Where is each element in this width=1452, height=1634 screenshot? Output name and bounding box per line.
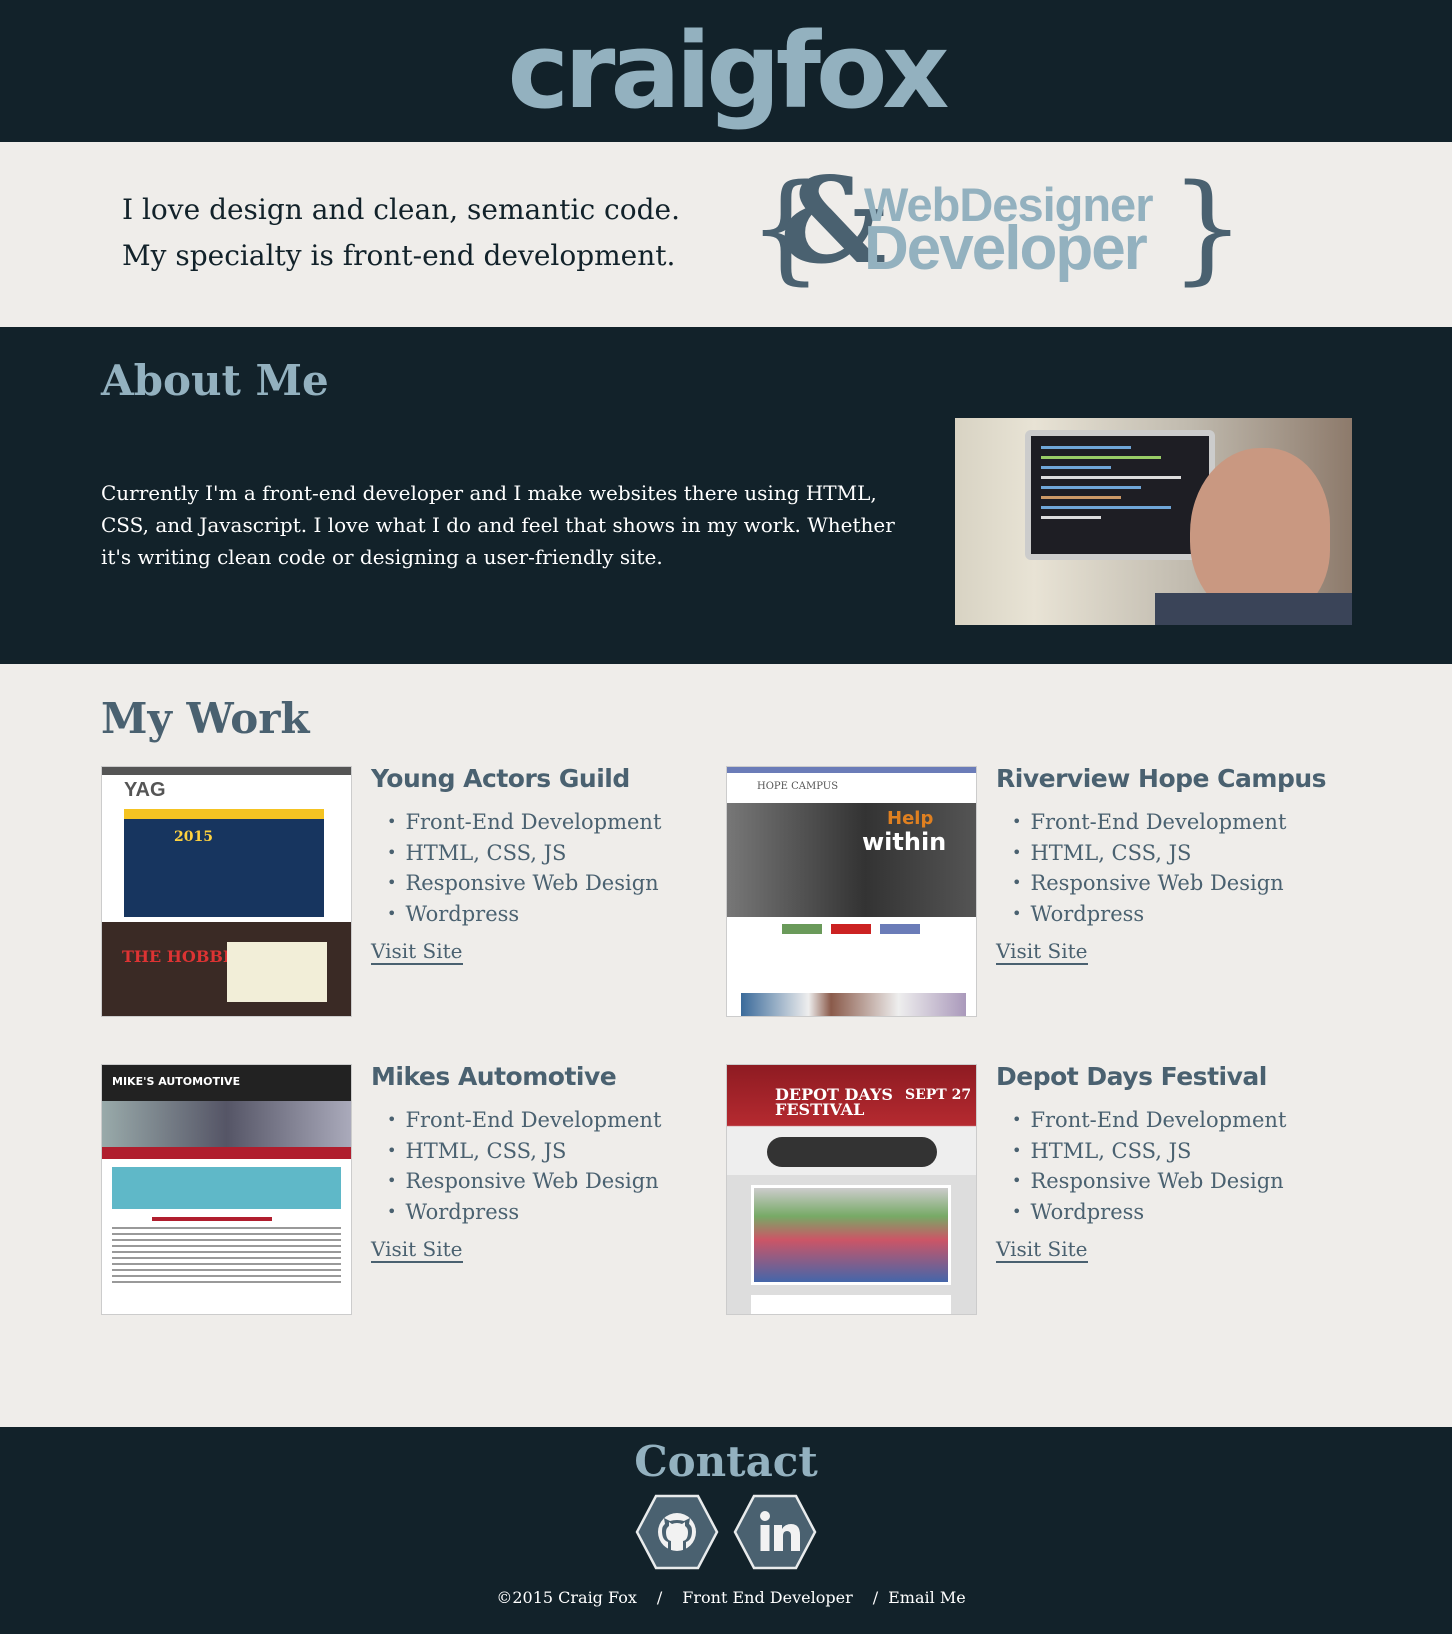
intro-section: I love design and clean, semantic code. … (0, 142, 1452, 327)
skill: Front-End Development (1012, 808, 1286, 839)
skills-list: Front-End DevelopmentHTML, CSS, JSRespon… (387, 1106, 661, 1228)
github-link[interactable] (635, 1494, 719, 1574)
project-title: Riverview Hope Campus (996, 764, 1327, 793)
skill: Wordpress (1012, 900, 1286, 931)
work-item: DEPOT DAYS FESTIVAL SEPT 27 Depot Days Fes… (726, 1062, 1326, 1315)
github-icon (635, 1494, 719, 1570)
visit-site-link[interactable]: Visit Site (371, 1237, 463, 1263)
skill: HTML, CSS, JS (1012, 839, 1286, 870)
monitor-image (1025, 430, 1215, 560)
skill: HTML, CSS, JS (387, 839, 661, 870)
skill: Responsive Web Design (1012, 869, 1286, 900)
visit-site-link[interactable]: Visit Site (996, 1237, 1088, 1263)
skill: Responsive Web Design (1012, 1167, 1286, 1198)
visit-site-link[interactable]: Visit Site (371, 939, 463, 965)
skill: Wordpress (1012, 1198, 1286, 1229)
linkedin-link[interactable] (733, 1494, 817, 1574)
skill: Responsive Web Design (387, 1167, 661, 1198)
separator: / (656, 1588, 663, 1607)
skill: Front-End Development (387, 808, 661, 839)
project-thumbnail[interactable]: DEPOT DAYS FESTIVAL SEPT 27 (726, 1064, 977, 1315)
skill: Front-End Development (387, 1106, 661, 1137)
project-title: Depot Days Festival (996, 1062, 1267, 1091)
skills-list: Front-End DevelopmentHTML, CSS, JSRespon… (1012, 808, 1286, 930)
skill: HTML, CSS, JS (1012, 1137, 1286, 1168)
project-thumbnail[interactable]: HOPE CAMPUS within Help (726, 766, 977, 1017)
linkedin-icon (733, 1494, 817, 1570)
footer-credits: ©2015 Craig Fox / Front End Developer / Emai… (0, 1588, 1452, 1607)
email-link[interactable]: Email Me (888, 1588, 966, 1607)
role: Front End Developer (682, 1588, 853, 1607)
intro-text: I love design and clean, semantic code. … (122, 193, 680, 272)
contact-footer: Contact ©2015 Craig Fox / Front End Develo… (0, 1427, 1452, 1634)
project-thumbnail[interactable]: MIKE'S AUTOMOTIVE (101, 1064, 352, 1315)
logo[interactable]: craigfox (508, 0, 950, 142)
skill: Front-End Development (1012, 1106, 1286, 1137)
separator: / (872, 1588, 879, 1607)
skill: Wordpress (387, 1198, 661, 1229)
badge-line2: Developer (864, 214, 1148, 283)
work-title: My Work (101, 694, 310, 743)
profile-photo (955, 418, 1352, 625)
work-item: YAG 2015 THE HOBBIT Young Actors Guild F… (101, 764, 701, 1017)
work-item: HOPE CAMPUS within Help Riverview Hope Ca… (726, 764, 1327, 1017)
skills-list: Front-End DevelopmentHTML, CSS, JSRespon… (387, 808, 661, 930)
skill: Responsive Web Design (387, 869, 661, 900)
about-section: About Me Currently I'm a front-end devel… (0, 327, 1452, 664)
skill: Wordpress (387, 900, 661, 931)
about-text: Currently I'm a front-end developer and … (101, 481, 895, 569)
contact-title: Contact (634, 1437, 818, 1486)
visit-site-link[interactable]: Visit Site (996, 939, 1088, 965)
site-header: craigfox (0, 0, 1452, 142)
project-thumbnail[interactable]: YAG 2015 THE HOBBIT (101, 766, 352, 1017)
skill: HTML, CSS, JS (387, 1137, 661, 1168)
about-title: About Me (101, 356, 329, 405)
work-section: My Work YAG 2015 THE HOBBIT Young Actors… (0, 664, 1452, 1427)
copyright: ©2015 Craig Fox (496, 1588, 637, 1607)
work-item: MIKE'S AUTOMOTIVE Mikes Automotive Front… (101, 1062, 701, 1315)
web-designer-developer-badge: { & WebDesigner Developer } (748, 151, 1246, 296)
project-title: Young Actors Guild (371, 764, 630, 793)
project-title: Mikes Automotive (371, 1062, 617, 1091)
skills-list: Front-End DevelopmentHTML, CSS, JSRespon… (1012, 1106, 1286, 1228)
